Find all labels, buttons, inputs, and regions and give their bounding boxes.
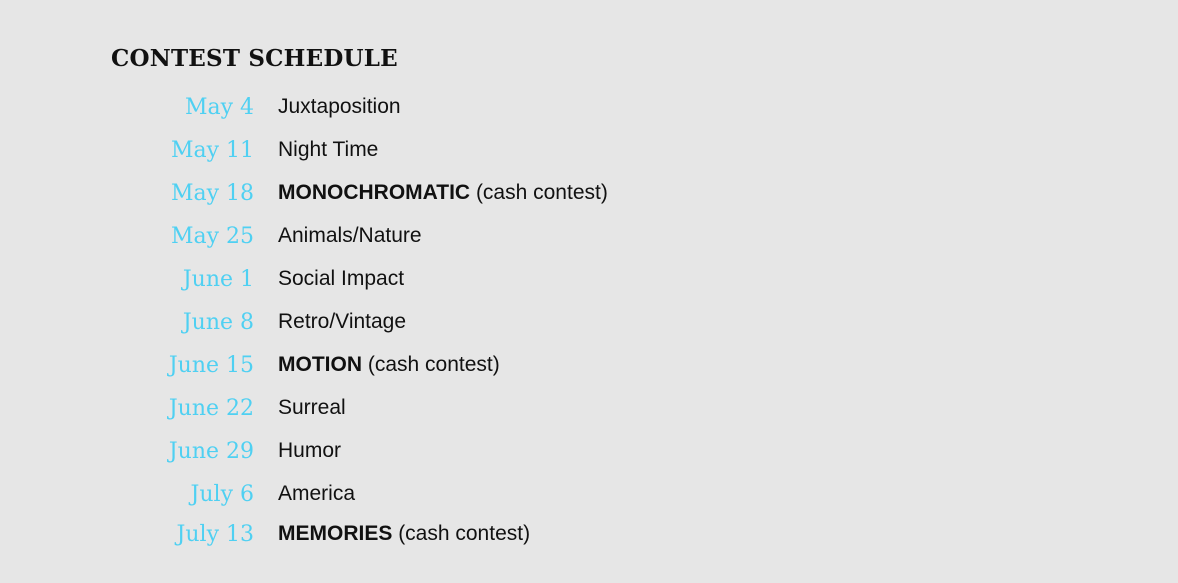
topic-name: Social Impact	[278, 267, 405, 290]
schedule-row: May 25 Animals/Nature	[0, 221, 1178, 253]
schedule-row: June 15 MOTION (cash contest)	[0, 350, 1178, 382]
schedule-topic: Social Impact	[278, 264, 404, 294]
schedule-topic: MEMORIES (cash contest)	[278, 519, 530, 549]
topic-note: (cash contest)	[398, 522, 531, 545]
schedule-topic: MOTION (cash contest)	[278, 350, 500, 380]
schedule-topic: Retro/Vintage	[278, 307, 406, 337]
topic-name: Animals/Nature	[278, 224, 422, 247]
schedule-row: May 11 Night Time	[0, 135, 1178, 167]
schedule-topic: MONOCHROMATIC (cash contest)	[278, 178, 608, 208]
topic-name: Humor	[278, 439, 342, 462]
schedule-row: July 13 MEMORIES (cash contest)	[0, 519, 1178, 551]
schedule-date: June 1	[182, 267, 254, 292]
topic-name: Night Time	[278, 138, 379, 161]
schedule-date: June 15	[168, 353, 254, 378]
topic-name: Retro/Vintage	[278, 310, 407, 333]
schedule-topic: Humor	[278, 436, 341, 466]
schedule-date: May 4	[184, 95, 254, 120]
topic-note: (cash contest)	[475, 181, 608, 204]
topic-name: Juxtaposition	[278, 95, 401, 118]
schedule-date: May 11	[170, 138, 254, 163]
schedule-topic: Night Time	[278, 135, 378, 165]
schedule-topic: Animals/Nature	[278, 221, 422, 251]
topic-note: (cash contest)	[367, 353, 500, 376]
topic-name: Surreal	[278, 396, 346, 419]
schedule-row: July 6 America	[0, 479, 1178, 511]
topic-name: MOTION	[278, 353, 362, 376]
schedule-date: May 25	[170, 224, 254, 249]
topic-name: America	[278, 482, 356, 505]
schedule-row: June 29 Humor	[0, 436, 1178, 468]
schedule-row: June 1 Social Impact	[0, 264, 1178, 296]
schedule-topic: Surreal	[278, 393, 346, 423]
topic-name: MEMORIES	[278, 522, 393, 545]
contest-schedule-list: May 4 Juxtaposition May 11 Night Time Ma…	[0, 0, 1178, 583]
schedule-row: May 4 Juxtaposition	[0, 92, 1178, 124]
schedule-date: July 13	[176, 522, 254, 547]
schedule-row: June 8 Retro/Vintage	[0, 307, 1178, 339]
schedule-row: June 22 Surreal	[0, 393, 1178, 425]
schedule-topic: America	[278, 479, 355, 509]
topic-name: MONOCHROMATIC	[278, 181, 471, 204]
schedule-date: June 8	[182, 310, 254, 335]
schedule-date: June 22	[168, 396, 254, 421]
schedule-row: May 18 MONOCHROMATIC (cash contest)	[0, 178, 1178, 210]
schedule-topic: Juxtaposition	[278, 92, 401, 122]
schedule-date: June 29	[168, 439, 254, 464]
schedule-date: May 18	[170, 181, 254, 206]
schedule-date: July 6	[190, 482, 254, 507]
